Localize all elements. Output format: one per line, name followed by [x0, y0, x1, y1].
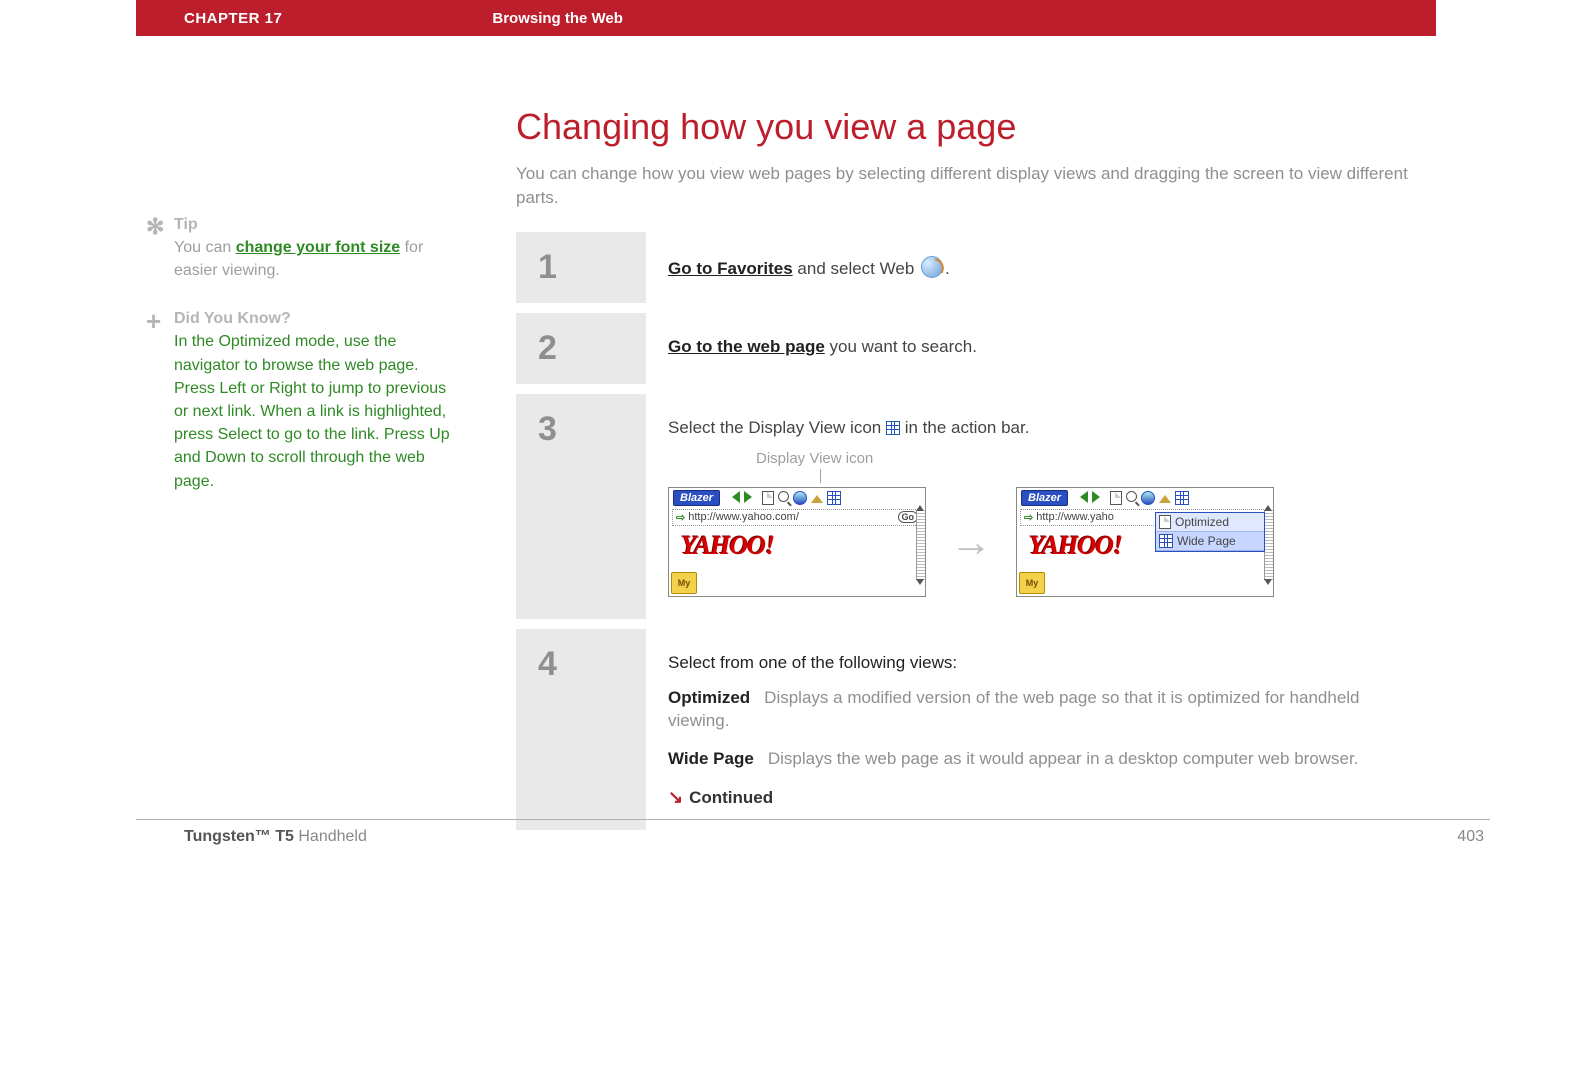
view-wide-page: Wide PageDisplays the web page as it wou… — [668, 748, 1404, 771]
screenshot-before: Blazer — [668, 487, 926, 597]
dyk-text: In the Optimized mode, use the navigator… — [174, 330, 456, 492]
tip-text: You can change your font size for easier… — [174, 236, 456, 282]
page-number: 403 — [1457, 828, 1484, 846]
display-view-icon — [886, 421, 900, 435]
menu-item-wide-page: Wide Page — [1156, 532, 1264, 551]
forward-icon — [744, 491, 758, 503]
page-footer: Tungsten™ T5 Handheld 403 — [136, 819, 1490, 846]
chapter-header-bar: CHAPTER 17 Browsing the Web — [136, 0, 1436, 36]
my-badge: My — [671, 572, 697, 594]
step-3: 3 Select the Display View icon in the ac… — [516, 394, 1426, 619]
step-number: 2 — [516, 313, 646, 384]
sidebar: ✻ Tip You can change your font size for … — [146, 106, 456, 840]
url-prefix-icon: ⇨ — [1024, 511, 1033, 524]
display-view-icon — [1159, 534, 1173, 548]
arrow-right-icon: → — [950, 518, 992, 566]
did-you-know-block: + Did You Know? In the Optimized mode, u… — [146, 310, 456, 492]
chapter-label: CHAPTER 17 — [184, 10, 282, 27]
forward-icon — [1092, 491, 1106, 503]
step-1: 1 Go to Favorites and select Web . — [516, 232, 1426, 303]
display-view-menu: Optimized Wide Page — [1155, 512, 1265, 552]
step-4: 4 Select from one of the following views… — [516, 629, 1426, 831]
web-globe-icon — [921, 256, 943, 278]
url-bar: ⇨ http://www.yahoo.com/ Go — [672, 509, 922, 526]
go-to-favorites-link[interactable]: Go to Favorites — [668, 259, 793, 278]
main-column: Changing how you view a page You can cha… — [456, 106, 1436, 840]
yahoo-logo: YAHOO! — [669, 527, 925, 561]
home-icon — [811, 489, 823, 503]
url-prefix-icon: ⇨ — [676, 511, 685, 524]
home-icon — [1159, 489, 1171, 503]
plus-icon: + — [146, 310, 174, 492]
step-number: 4 — [516, 629, 646, 831]
find-icon — [778, 491, 789, 502]
change-font-size-link[interactable]: change your font size — [236, 239, 400, 256]
step-list: 1 Go to Favorites and select Web . 2 Go … — [516, 232, 1426, 831]
menu-item-optimized: Optimized — [1156, 513, 1264, 532]
continued-label: Continued — [668, 787, 1404, 808]
page-icon — [1110, 491, 1122, 505]
page: CHAPTER 17 Browsing the Web ✻ Tip You ca… — [136, 0, 1436, 840]
page-icon — [762, 491, 774, 505]
tip-label: Tip — [174, 216, 456, 234]
globe-icon — [1141, 491, 1155, 505]
callout-line — [820, 469, 821, 483]
product-name: Tungsten™ T5 Handheld — [184, 828, 367, 846]
go-button: Go — [898, 511, 919, 523]
scrollbar-icon — [916, 510, 925, 580]
chapter-title: Browsing the Web — [492, 10, 623, 27]
step-number: 3 — [516, 394, 646, 619]
screenshot-after: Blazer — [1016, 487, 1274, 597]
my-badge: My — [1019, 572, 1045, 594]
url-text: http://www.yahoo.com/ — [688, 511, 894, 523]
display-view-icon — [1175, 491, 1189, 505]
asterisk-icon: ✻ — [146, 216, 174, 282]
page-icon — [1159, 515, 1171, 529]
back-icon — [726, 491, 740, 503]
page-title: Changing how you view a page — [516, 106, 1426, 148]
back-icon — [1074, 491, 1088, 503]
app-name-badge: Blazer — [1021, 490, 1068, 506]
content-area: ✻ Tip You can change your font size for … — [136, 36, 1436, 840]
tip-block: ✻ Tip You can change your font size for … — [146, 216, 456, 282]
views-intro: Select from one of the following views: — [668, 653, 1404, 673]
step-number: 1 — [516, 232, 646, 303]
find-icon — [1126, 491, 1137, 502]
intro-text: You can change how you view web pages by… — [516, 162, 1426, 210]
scrollbar-icon — [1264, 510, 1273, 580]
callout-label: Display View icon — [756, 450, 1404, 467]
screenshot-row: Blazer — [668, 487, 1404, 597]
go-to-web-page-link[interactable]: Go to the web page — [668, 337, 825, 356]
globe-icon — [793, 491, 807, 505]
view-optimized: OptimizedDisplays a modified version of … — [668, 687, 1404, 733]
display-view-icon — [827, 491, 841, 505]
step-2: 2 Go to the web page you want to search. — [516, 313, 1426, 384]
app-name-badge: Blazer — [673, 490, 720, 506]
dyk-label: Did You Know? — [174, 310, 456, 328]
